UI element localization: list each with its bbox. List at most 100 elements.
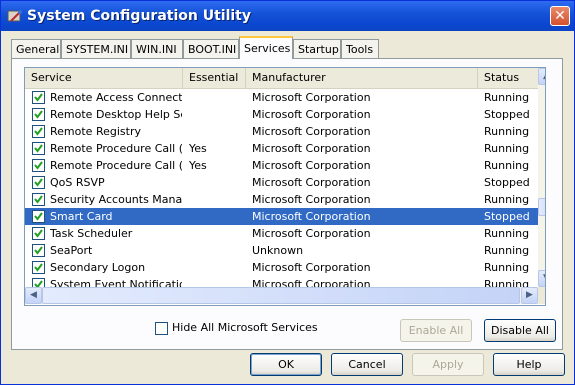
scroll-up-button[interactable]: ▲: [538, 68, 545, 85]
service-name: Remote Access Connecti...: [50, 91, 182, 104]
service-status: Running: [484, 125, 530, 138]
service-essential: [189, 89, 239, 106]
vertical-scroll-thumb[interactable]: [538, 198, 545, 216]
service-checkbox[interactable]: [32, 125, 45, 138]
column-header-manufacturer[interactable]: Manufacturer: [246, 68, 478, 88]
service-name: Task Scheduler: [50, 227, 133, 240]
service-row[interactable]: Task Scheduler Microsoft Corporation Runni…: [25, 225, 538, 242]
service-essential: [189, 123, 239, 140]
column-header-essential[interactable]: Essential: [183, 68, 246, 88]
services-list[interactable]: Service Essential Manufacturer Status Re…: [24, 67, 546, 306]
service-checkbox[interactable]: [32, 210, 45, 223]
checkmark-icon: [34, 127, 43, 136]
service-manufacturer: Microsoft Corporation: [252, 193, 371, 206]
service-row[interactable]: QoS RSVP Microsoft Corporation Stopped: [25, 174, 538, 191]
tab-services[interactable]: Services: [239, 36, 293, 59]
service-row[interactable]: Remote Access Connecti... Microsoft Corpo…: [25, 89, 538, 106]
service-row[interactable]: Remote Procedure Call (... Yes Microsoft C…: [25, 140, 538, 157]
checkmark-icon: [34, 229, 43, 238]
cancel-button[interactable]: Cancel: [331, 353, 403, 376]
checkmark-icon: [34, 161, 43, 170]
tab-system-ini[interactable]: SYSTEM.INI: [61, 39, 131, 58]
scroll-down-button[interactable]: ▼: [538, 270, 545, 287]
service-essential: Yes: [189, 159, 207, 172]
service-row[interactable]: SeaPort Unknown Running: [25, 242, 538, 259]
service-name: Remote Registry: [50, 125, 141, 138]
service-essential: Yes: [189, 142, 207, 155]
service-manufacturer: Microsoft Corporation: [252, 159, 371, 172]
service-name: Remote Procedure Call (...: [50, 142, 182, 155]
arrow-up-icon: ▲: [543, 71, 545, 81]
checkmark-icon: [34, 263, 43, 272]
service-checkbox[interactable]: [32, 227, 45, 240]
service-checkbox[interactable]: [32, 193, 45, 206]
service-manufacturer: Microsoft Corporation: [252, 227, 371, 240]
service-checkbox[interactable]: [32, 176, 45, 189]
scroll-left-button[interactable]: ◀: [25, 287, 42, 304]
checkmark-icon: [34, 212, 43, 221]
service-essential: [189, 208, 239, 225]
tab-startup[interactable]: Startup: [293, 39, 341, 58]
service-row[interactable]: Secondary Logon Microsoft Corporation Runn…: [25, 259, 538, 276]
service-checkbox[interactable]: [32, 159, 45, 172]
tab-general[interactable]: General: [11, 39, 61, 58]
service-status: Running: [484, 142, 530, 155]
checkmark-icon: [34, 144, 43, 153]
hide-microsoft-services-checkbox[interactable]: [155, 322, 168, 335]
service-checkbox[interactable]: [32, 244, 45, 257]
horizontal-scrollbar[interactable]: ◀ ▶: [25, 287, 538, 304]
checkmark-icon: [34, 178, 43, 187]
service-name: Remote Procedure Call (...: [50, 159, 182, 172]
column-header-status[interactable]: Status: [478, 68, 538, 88]
service-row[interactable]: Security Accounts Manager Microsoft Corpo…: [25, 191, 538, 208]
services-panel: Service Essential Manufacturer Status Re…: [11, 58, 563, 350]
tab-boot-ini[interactable]: BOOT.INI: [183, 39, 239, 58]
service-checkbox[interactable]: [32, 108, 45, 121]
horizontal-scroll-thumb[interactable]: [42, 287, 520, 304]
service-essential: [189, 174, 239, 191]
service-status: Running: [484, 193, 530, 206]
service-checkbox[interactable]: [32, 142, 45, 155]
service-status: Running: [484, 244, 530, 257]
system-configuration-window: System Configuration Utility ✕ General S…: [0, 0, 575, 385]
column-header-service[interactable]: Service: [25, 68, 183, 88]
close-icon: ✕: [554, 8, 566, 24]
service-row[interactable]: Remote Procedure Call (... Yes Microsoft C…: [25, 157, 538, 174]
service-name: SeaPort: [50, 244, 93, 257]
arrow-right-icon: ▶: [526, 290, 533, 300]
service-checkbox[interactable]: [32, 261, 45, 274]
service-status: Running: [484, 227, 530, 240]
tab-win-ini[interactable]: WIN.INI: [131, 39, 183, 58]
service-manufacturer: Microsoft Corporation: [252, 108, 371, 121]
service-essential: [189, 259, 239, 276]
ok-button[interactable]: OK: [250, 353, 322, 376]
title-bar[interactable]: System Configuration Utility ✕: [1, 1, 574, 31]
disable-all-button[interactable]: Disable All: [484, 319, 556, 342]
apply-button[interactable]: Apply: [412, 353, 484, 376]
service-checkbox[interactable]: [32, 91, 45, 104]
scroll-right-button[interactable]: ▶: [521, 287, 538, 304]
service-manufacturer: Microsoft Corporation: [252, 91, 371, 104]
service-essential: [189, 191, 239, 208]
scrollbar-corner: [538, 287, 545, 304]
service-essential: [189, 225, 239, 242]
service-row[interactable]: Smart Card Microsoft Corporation Stopped: [25, 208, 538, 225]
msconfig-icon: [7, 8, 23, 24]
enable-all-button[interactable]: Enable All: [400, 319, 472, 342]
close-button[interactable]: ✕: [550, 6, 570, 26]
help-button[interactable]: Help: [493, 353, 565, 376]
service-row[interactable]: Remote Registry Microsoft Corporation Runn…: [25, 123, 538, 140]
checkmark-icon: [34, 195, 43, 204]
service-status: Running: [484, 91, 530, 104]
service-row[interactable]: Remote Desktop Help Se... Microsoft Corpo…: [25, 106, 538, 123]
service-status: Running: [484, 261, 530, 274]
service-name: Secondary Logon: [50, 261, 146, 274]
tab-tools[interactable]: Tools: [341, 39, 379, 58]
checkmark-icon: [34, 246, 43, 255]
window-title: System Configuration Utility: [27, 8, 251, 24]
service-manufacturer: Microsoft Corporation: [252, 142, 371, 155]
list-header: Service Essential Manufacturer Status: [25, 68, 538, 89]
vertical-scrollbar[interactable]: ▲ ▼: [538, 68, 545, 287]
service-name: QoS RSVP: [50, 176, 105, 189]
hide-microsoft-services-label[interactable]: Hide All Microsoft Services: [172, 321, 318, 334]
